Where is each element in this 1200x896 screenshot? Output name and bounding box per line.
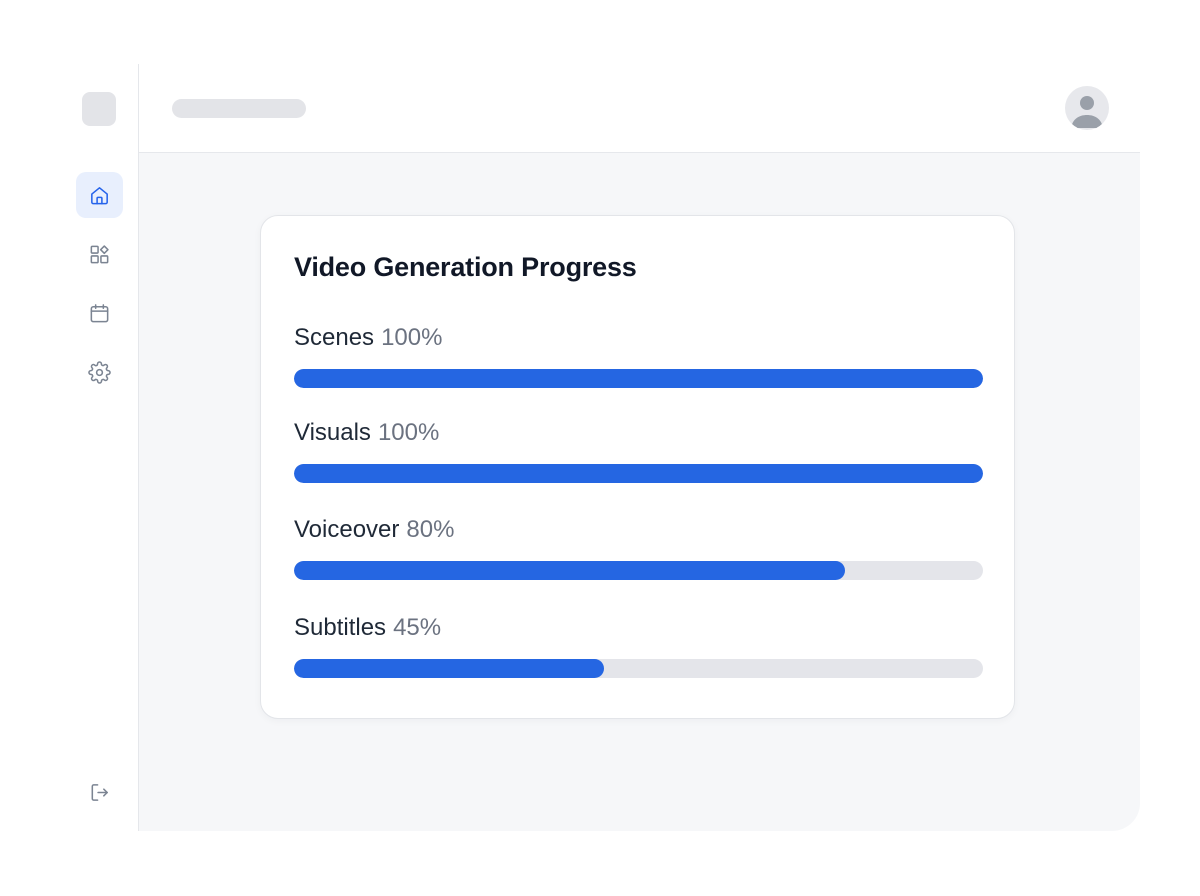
sidebar-item-home[interactable]: [76, 172, 123, 218]
user-icon: [1071, 96, 1103, 128]
main-content: Video Generation Progress Scenes 100% Vis…: [139, 153, 1140, 831]
progress-fill: [294, 659, 605, 678]
avatar[interactable]: [1065, 86, 1109, 130]
progress-name: Voiceover: [294, 516, 400, 543]
logout-button[interactable]: [76, 769, 123, 815]
progress-percent: 100%: [381, 324, 443, 351]
progress-name: Subtitles: [294, 614, 387, 641]
logout-icon: [91, 783, 108, 801]
progress-track: [294, 369, 983, 388]
progress-track: [294, 464, 983, 483]
sidebar-item-settings[interactable]: [76, 349, 123, 395]
grid-icon: [90, 244, 109, 263]
logo-placeholder: [82, 92, 116, 126]
home-icon: [91, 186, 108, 204]
progress-label: Visuals 100%: [294, 418, 983, 448]
progress-name: Visuals: [294, 419, 371, 446]
progress-fill: [294, 369, 983, 388]
progress-label: Scenes 100%: [294, 323, 983, 353]
top-bar: [139, 64, 1140, 153]
progress-percent: 80%: [406, 516, 455, 543]
sidebar-item-calendar[interactable]: [76, 290, 123, 336]
progress-card: Video Generation Progress Scenes 100% Vis…: [260, 215, 1015, 719]
gear-icon: [88, 360, 111, 384]
progress-label: Subtitles 45%: [294, 613, 983, 643]
progress-percent: 100%: [377, 419, 440, 446]
progress-label: Voiceover 80%: [294, 515, 983, 545]
sidebar-item-apps[interactable]: [76, 231, 123, 277]
card-title: Video Generation Progress: [294, 252, 637, 282]
title-placeholder: [172, 99, 306, 118]
calendar-icon: [90, 303, 109, 322]
sidebar: [62, 64, 139, 831]
progress-percent: 45%: [393, 614, 442, 641]
progress-name: Scenes: [294, 324, 375, 351]
progress-track: [294, 561, 983, 580]
progress-row-subtitles: Subtitles 45%: [294, 613, 983, 678]
progress-row-voiceover: Voiceover 80%: [294, 515, 983, 580]
progress-row-visuals: Visuals 100%: [294, 418, 983, 483]
progress-track: [294, 659, 983, 678]
app-window: Video Generation Progress Scenes 100% Vis…: [62, 64, 1140, 831]
progress-fill: [294, 464, 983, 483]
progress-fill: [294, 561, 846, 580]
progress-row-scenes: Scenes 100%: [294, 323, 983, 388]
